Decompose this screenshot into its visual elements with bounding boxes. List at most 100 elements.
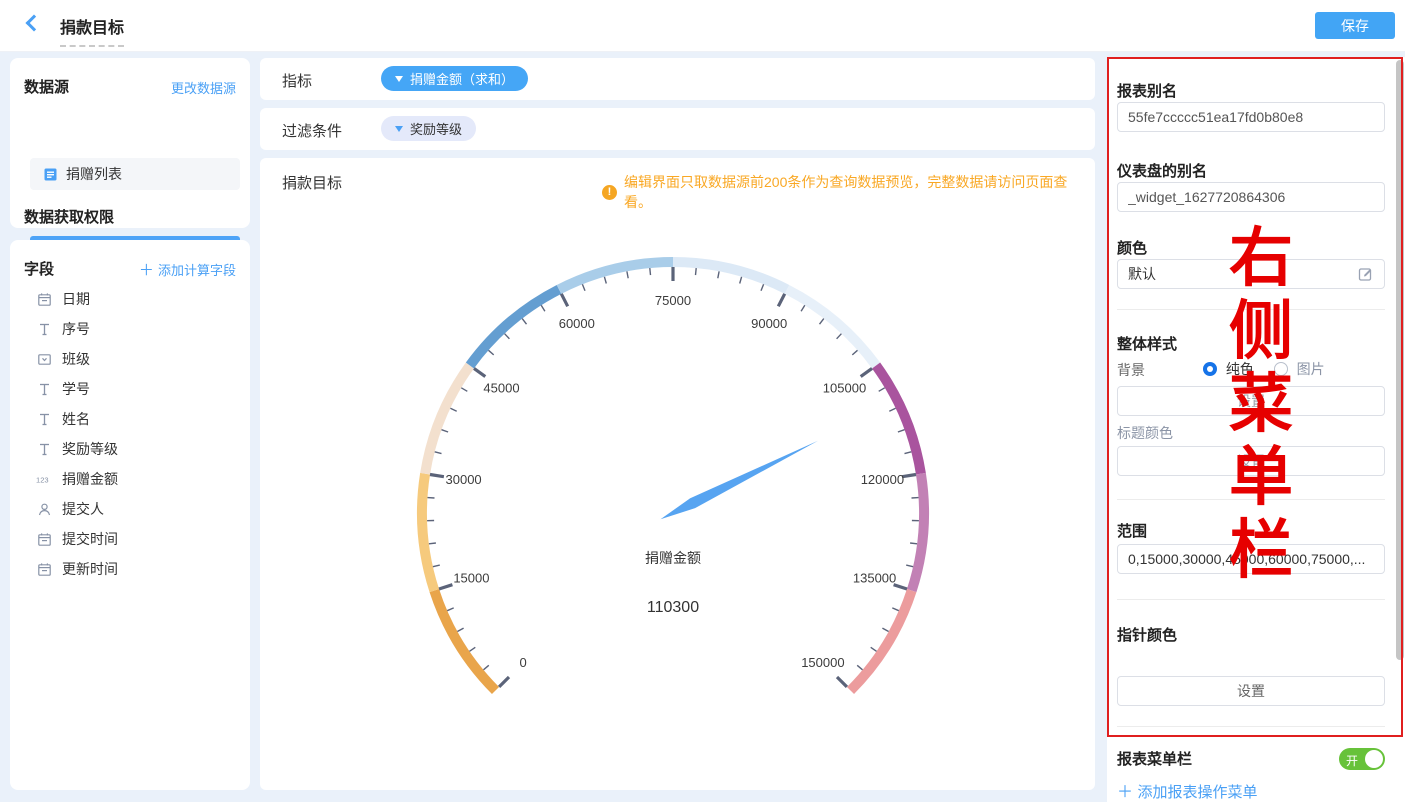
divider xyxy=(1117,499,1385,500)
change-datasource-link[interactable]: 更改数据源 xyxy=(171,78,236,97)
calendar-icon xyxy=(36,531,52,547)
bg-option-image-label[interactable]: 图片 xyxy=(1297,361,1325,377)
divider xyxy=(1117,309,1385,310)
radio-solid-selected[interactable] xyxy=(1203,362,1217,376)
datasource-item[interactable]: 捐赠列表 xyxy=(30,158,240,190)
fields-title: 字段 xyxy=(24,258,54,279)
field-item[interactable]: 日期 xyxy=(10,284,250,314)
color-input[interactable] xyxy=(1117,259,1385,289)
caret-down-icon xyxy=(395,76,403,82)
svg-text:60000: 60000 xyxy=(559,316,595,331)
fields-card: 字段 ＋ 添加计算字段 日期序号班级学号姓名奖励等级 123 捐赠金额提交人提交时间… xyxy=(10,240,250,790)
filter-row: 过滤条件 奖励等级 xyxy=(260,108,1095,150)
calendar-icon xyxy=(36,561,52,577)
filter-pill[interactable]: 奖励等级 xyxy=(381,116,476,141)
svg-text:123: 123 xyxy=(36,475,49,484)
field-item-label: 奖励等级 xyxy=(62,439,118,459)
svg-text:75000: 75000 xyxy=(655,293,691,308)
plus-icon: ＋ xyxy=(139,262,158,279)
bg-option-solid-label[interactable]: 纯色 xyxy=(1226,361,1254,377)
edit-icon[interactable] xyxy=(1358,266,1374,282)
svg-text:90000: 90000 xyxy=(751,316,787,331)
calendar-icon xyxy=(36,291,52,307)
menu-bar-label: 报表菜单栏 xyxy=(1117,748,1192,769)
page-title: 捐款目标 xyxy=(60,14,124,47)
metric-row: 指标 捐赠金额（求和） xyxy=(260,58,1095,100)
report-alias-label: 报表别名 xyxy=(1117,80,1177,101)
field-item-label: 班级 xyxy=(62,349,90,369)
permission-title: 数据获取权限 xyxy=(24,206,114,227)
svg-text:捐赠金额: 捐赠金额 xyxy=(645,550,701,566)
scrollbar-thumb[interactable] xyxy=(1396,60,1404,660)
field-list: 日期序号班级学号姓名奖励等级 123 捐赠金额提交人提交时间更新时间 xyxy=(10,284,250,584)
filter-pill-label: 奖励等级 xyxy=(410,119,462,138)
toggle-knob xyxy=(1365,750,1383,768)
text-icon xyxy=(36,381,52,397)
pointer-color-set-button[interactable]: 设置 xyxy=(1117,676,1385,706)
range-input[interactable] xyxy=(1117,544,1385,574)
title-color-label: 标题颜色 xyxy=(1117,423,1173,443)
metric-label: 指标 xyxy=(282,70,312,91)
field-item-label: 更新时间 xyxy=(62,559,118,579)
field-item[interactable]: 序号 xyxy=(10,314,250,344)
gauge-chart: 0 15000 30000 45000 60000 75000 90000 105000 120… xyxy=(260,158,1095,790)
datasource-title: 数据源 xyxy=(24,76,69,97)
title-color-set-button[interactable]: 设置 xyxy=(1117,446,1385,476)
field-item[interactable]: 123 捐赠金额 xyxy=(10,464,250,494)
bg-radio-group: 纯色 图片 xyxy=(1203,359,1325,379)
person-icon xyxy=(36,501,52,517)
field-item[interactable]: 班级 xyxy=(10,344,250,374)
report-alias-input[interactable] xyxy=(1117,102,1385,132)
add-calc-field-link[interactable]: ＋ 添加计算字段 xyxy=(139,259,236,280)
style-title: 整体样式 xyxy=(1117,333,1177,354)
bg-color-set-button[interactable]: 设置 xyxy=(1117,386,1385,416)
svg-text:120000: 120000 xyxy=(861,472,904,487)
widget-alias-label: 仪表盘的别名 xyxy=(1117,160,1207,181)
field-item[interactable]: 姓名 xyxy=(10,404,250,434)
field-item[interactable]: 提交时间 xyxy=(10,524,250,554)
field-item-label: 姓名 xyxy=(62,409,90,429)
svg-text:150000: 150000 xyxy=(801,655,844,670)
divider xyxy=(1117,599,1385,600)
back-icon[interactable] xyxy=(26,15,43,32)
datasource-card: 数据源 更改数据源 捐赠列表 数据获取权限 报表权限 xyxy=(10,58,250,228)
field-item[interactable]: 更新时间 xyxy=(10,554,250,584)
text-icon xyxy=(36,411,52,427)
svg-text:0: 0 xyxy=(519,655,526,670)
radio-image[interactable] xyxy=(1274,362,1288,376)
range-label: 范围 xyxy=(1117,520,1147,541)
plus-icon: ＋ xyxy=(1117,784,1137,801)
svg-text:105000: 105000 xyxy=(823,380,866,395)
field-item-label: 提交时间 xyxy=(62,529,118,549)
sheet-icon xyxy=(42,166,58,182)
datasource-item-label: 捐赠列表 xyxy=(66,164,122,184)
field-item-label: 提交人 xyxy=(62,499,104,519)
caret-down-icon xyxy=(395,126,403,132)
chart-card: 捐款目标 ! 编辑界面只取数据源前200条作为查询数据预览，完整数据请访问页面查… xyxy=(260,158,1095,790)
svg-text:15000: 15000 xyxy=(453,571,489,586)
field-item[interactable]: 奖励等级 xyxy=(10,434,250,464)
svg-text:135000: 135000 xyxy=(853,571,896,586)
text-icon xyxy=(36,321,52,337)
field-item-label: 日期 xyxy=(62,289,90,309)
widget-alias-input[interactable] xyxy=(1117,182,1385,212)
text-icon xyxy=(36,441,52,457)
field-item[interactable]: 学号 xyxy=(10,374,250,404)
svg-text:30000: 30000 xyxy=(446,472,482,487)
field-item-label: 捐赠金额 xyxy=(62,469,118,489)
add-report-menu-link[interactable]: ＋ 添加报表操作菜单 xyxy=(1117,778,1257,802)
svg-text:110300: 110300 xyxy=(647,599,699,616)
field-item-label: 学号 xyxy=(62,379,90,399)
save-button[interactable]: 保存 xyxy=(1315,12,1395,39)
divider xyxy=(1117,726,1385,727)
select-icon xyxy=(36,351,52,367)
background-label: 背景 xyxy=(1117,360,1145,380)
field-item[interactable]: 提交人 xyxy=(10,494,250,524)
menu-bar-toggle[interactable]: 开 xyxy=(1339,748,1385,770)
top-bar: 捐款目标 保存 xyxy=(0,0,1405,52)
metric-pill-label: 捐赠金额（求和） xyxy=(410,69,514,88)
field-item-label: 序号 xyxy=(62,319,90,339)
metric-pill[interactable]: 捐赠金额（求和） xyxy=(381,66,528,91)
svg-text:45000: 45000 xyxy=(483,380,519,395)
filter-label: 过滤条件 xyxy=(282,120,342,141)
